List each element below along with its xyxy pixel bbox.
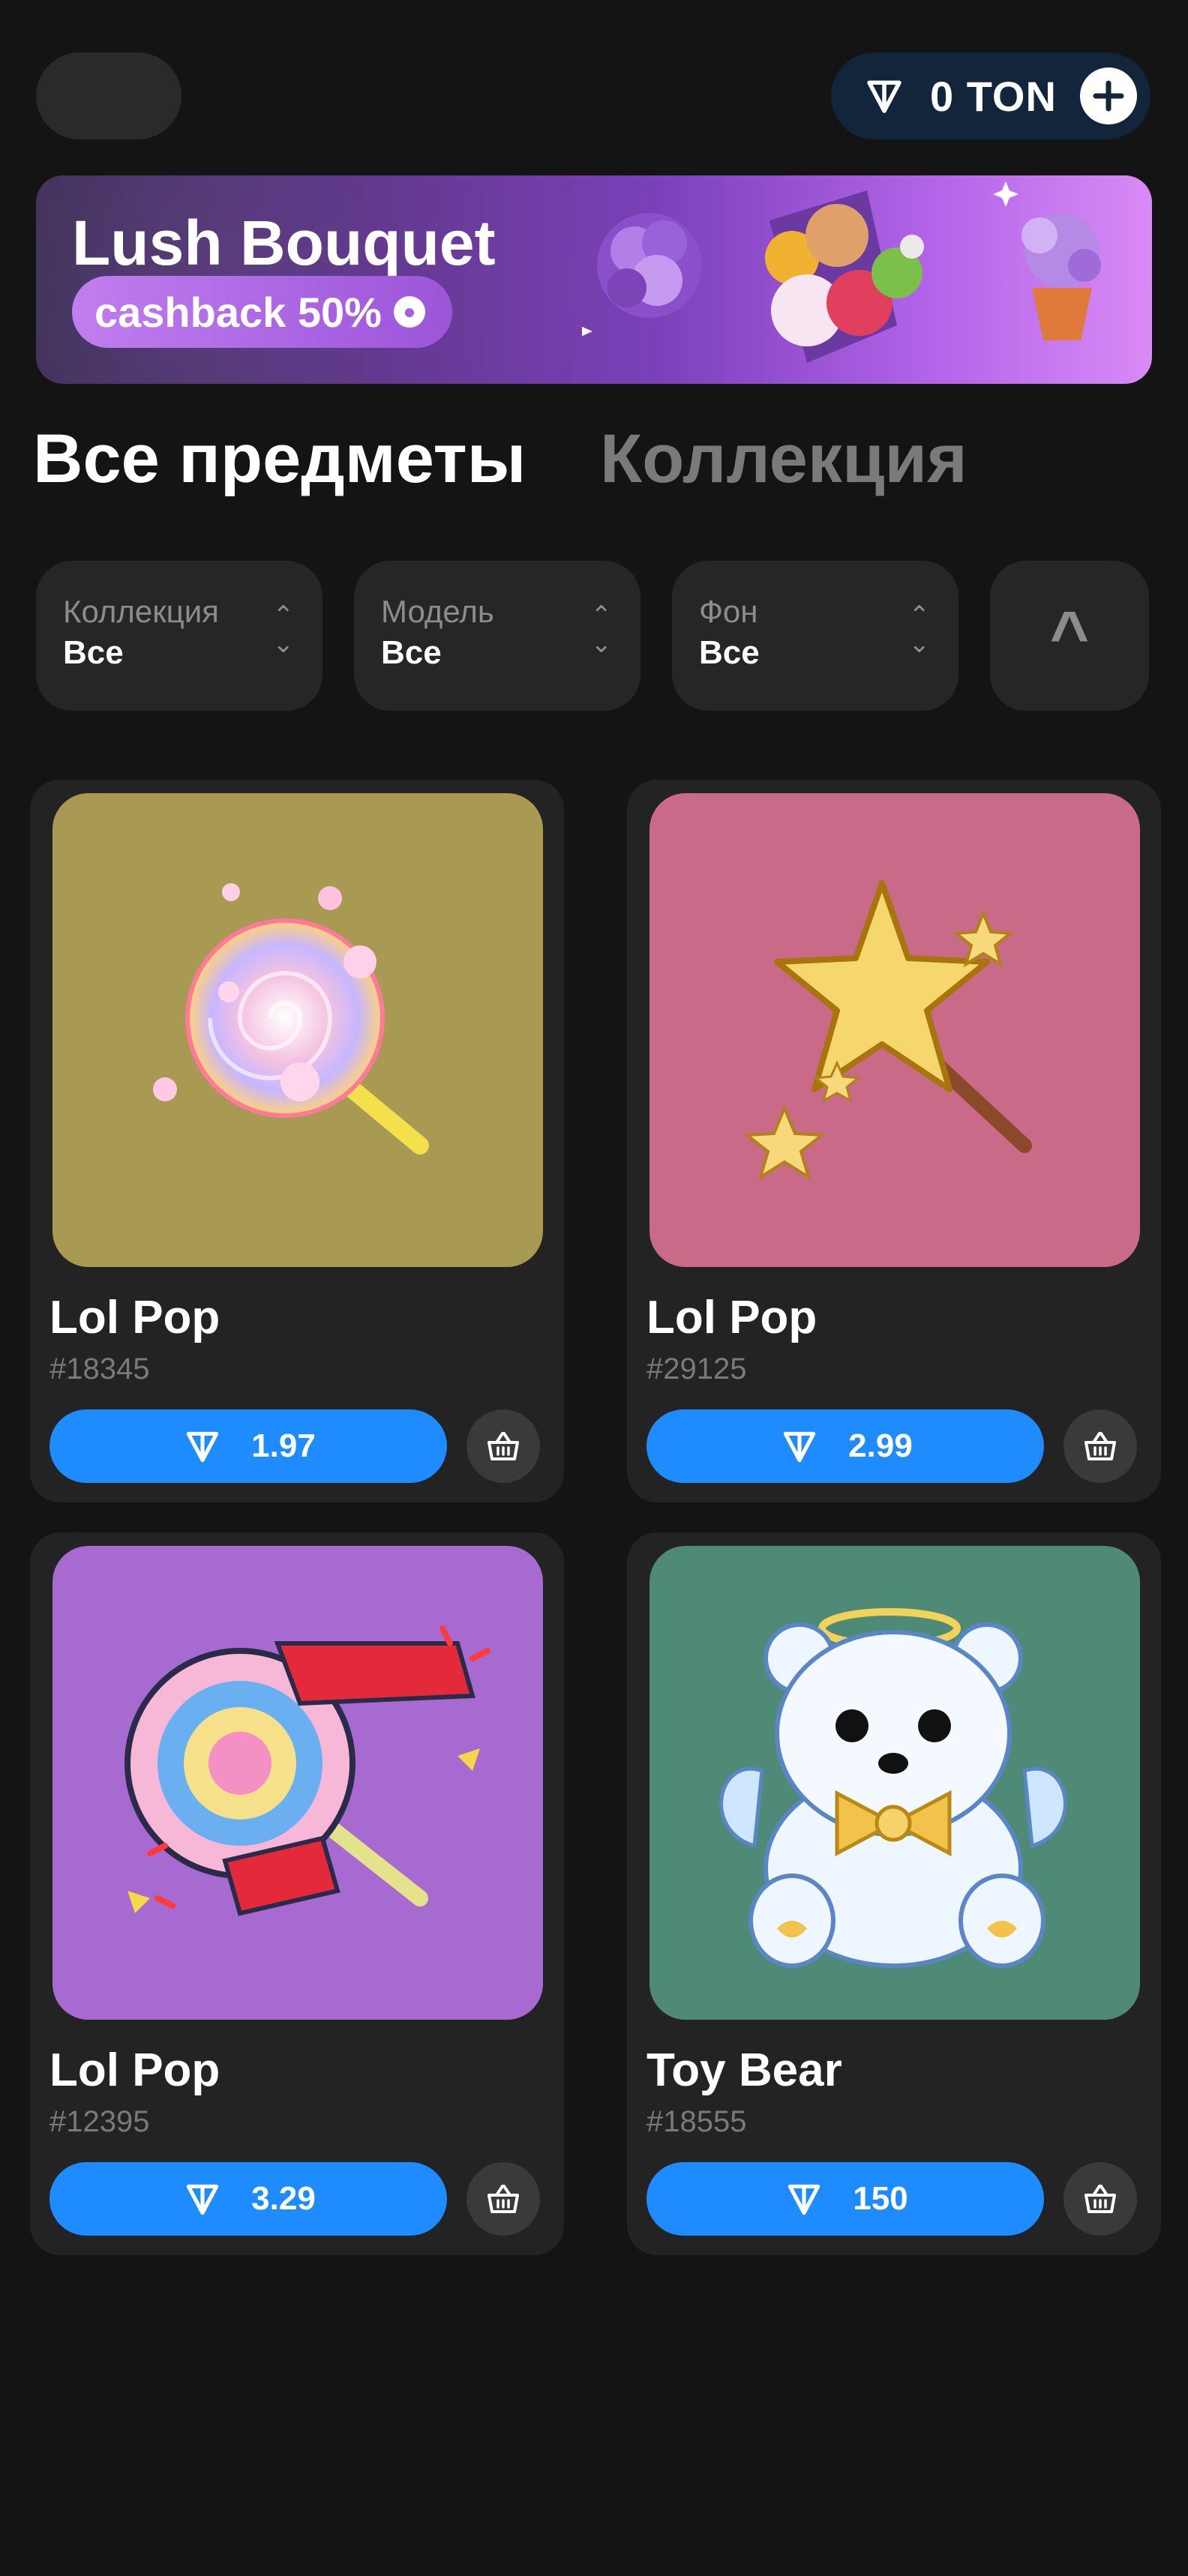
add-to-cart-button[interactable] xyxy=(466,2162,540,2236)
item-image[interactable] xyxy=(52,793,543,1267)
item-title: Lol Pop xyxy=(50,1292,220,1343)
ton-icon xyxy=(867,80,902,113)
price-text: 150 xyxy=(853,2180,908,2217)
add-to-cart-button[interactable] xyxy=(466,1409,540,1483)
add-to-cart-button[interactable] xyxy=(1064,2162,1137,2236)
sort-arrows-icon: ⌃ ⌄ xyxy=(272,601,295,658)
balance-pill[interactable]: 0 TON xyxy=(831,52,1150,139)
tab-collection[interactable]: Коллекция xyxy=(600,420,968,499)
cashback-text: cashback 50% xyxy=(94,288,382,336)
buy-button[interactable]: 2.99 xyxy=(646,1409,1044,1483)
item-title: Lol Pop xyxy=(646,1292,818,1343)
item-card[interactable]: Toy Bear #18555 150 xyxy=(627,1532,1161,2255)
item-number: #18345 xyxy=(50,1352,150,1385)
item-card[interactable]: Lol Pop #12395 3.29 xyxy=(30,1532,564,2255)
caret-up-icon: ^ xyxy=(1049,598,1090,673)
ton-icon xyxy=(186,1431,219,1463)
item-image[interactable] xyxy=(650,1546,1140,2020)
filter-collection[interactable]: Коллекция Все ⌃ ⌄ xyxy=(36,561,322,711)
toy-bear-image xyxy=(719,1608,1067,1968)
buy-button[interactable]: 150 xyxy=(646,2162,1044,2236)
price-text: 1.97 xyxy=(251,1427,316,1464)
banner-title: Lush Bouquet xyxy=(72,208,496,278)
basket-icon xyxy=(1084,1432,1116,1460)
basket-icon xyxy=(488,2185,519,2213)
cashback-badge: cashback 50% ● xyxy=(72,276,452,348)
star-wand-image xyxy=(742,880,1032,1181)
sort-arrows-icon: ⌃ ⌄ xyxy=(908,601,931,658)
ton-icon xyxy=(783,1431,816,1463)
item-number: #12395 xyxy=(50,2105,150,2138)
ton-icon xyxy=(186,2184,219,2215)
sort-arrows-icon: ⌃ ⌄ xyxy=(590,601,613,658)
tab-all-items[interactable]: Все предметы xyxy=(33,420,526,499)
basket-icon xyxy=(488,1432,519,1460)
balance-text: 0 TON xyxy=(930,72,1057,120)
lollipop-image xyxy=(153,883,429,1155)
basket-icon xyxy=(1084,2185,1116,2213)
add-to-cart-button[interactable] xyxy=(1064,1409,1137,1483)
plus-icon xyxy=(1093,80,1124,112)
item-title: Lol Pop xyxy=(50,2044,220,2096)
promo-banner[interactable]: Lush Bouquet cashback 50% ● xyxy=(36,175,1152,384)
item-image[interactable] xyxy=(650,793,1140,1267)
price-text: 3.29 xyxy=(251,2180,316,2217)
buy-button[interactable]: 1.97 xyxy=(50,1409,447,1483)
item-number: #18555 xyxy=(646,2105,747,2138)
fire-icon: ● xyxy=(393,296,425,328)
price-text: 2.99 xyxy=(848,1427,913,1464)
yummy-lollipop-image xyxy=(124,1625,490,1916)
profile-pill[interactable] xyxy=(36,52,182,139)
sort-order-button[interactable]: ^ xyxy=(990,561,1149,711)
item-card[interactable]: Lol Pop #29125 2.99 xyxy=(627,780,1161,1502)
buy-button[interactable]: 3.29 xyxy=(50,2162,447,2236)
add-funds-button[interactable] xyxy=(1080,67,1137,124)
banner-illustration xyxy=(582,181,1101,363)
filter-model[interactable]: Модель Все ⌃ ⌄ xyxy=(354,561,640,711)
item-title: Toy Bear xyxy=(646,2044,842,2096)
ton-icon xyxy=(788,2184,820,2215)
filter-background[interactable]: Фон Все ⌃ ⌄ xyxy=(672,561,958,711)
item-number: #29125 xyxy=(646,1352,747,1385)
item-image[interactable] xyxy=(52,1546,543,2020)
item-card[interactable]: Lol Pop #18345 1.97 xyxy=(30,780,564,1502)
